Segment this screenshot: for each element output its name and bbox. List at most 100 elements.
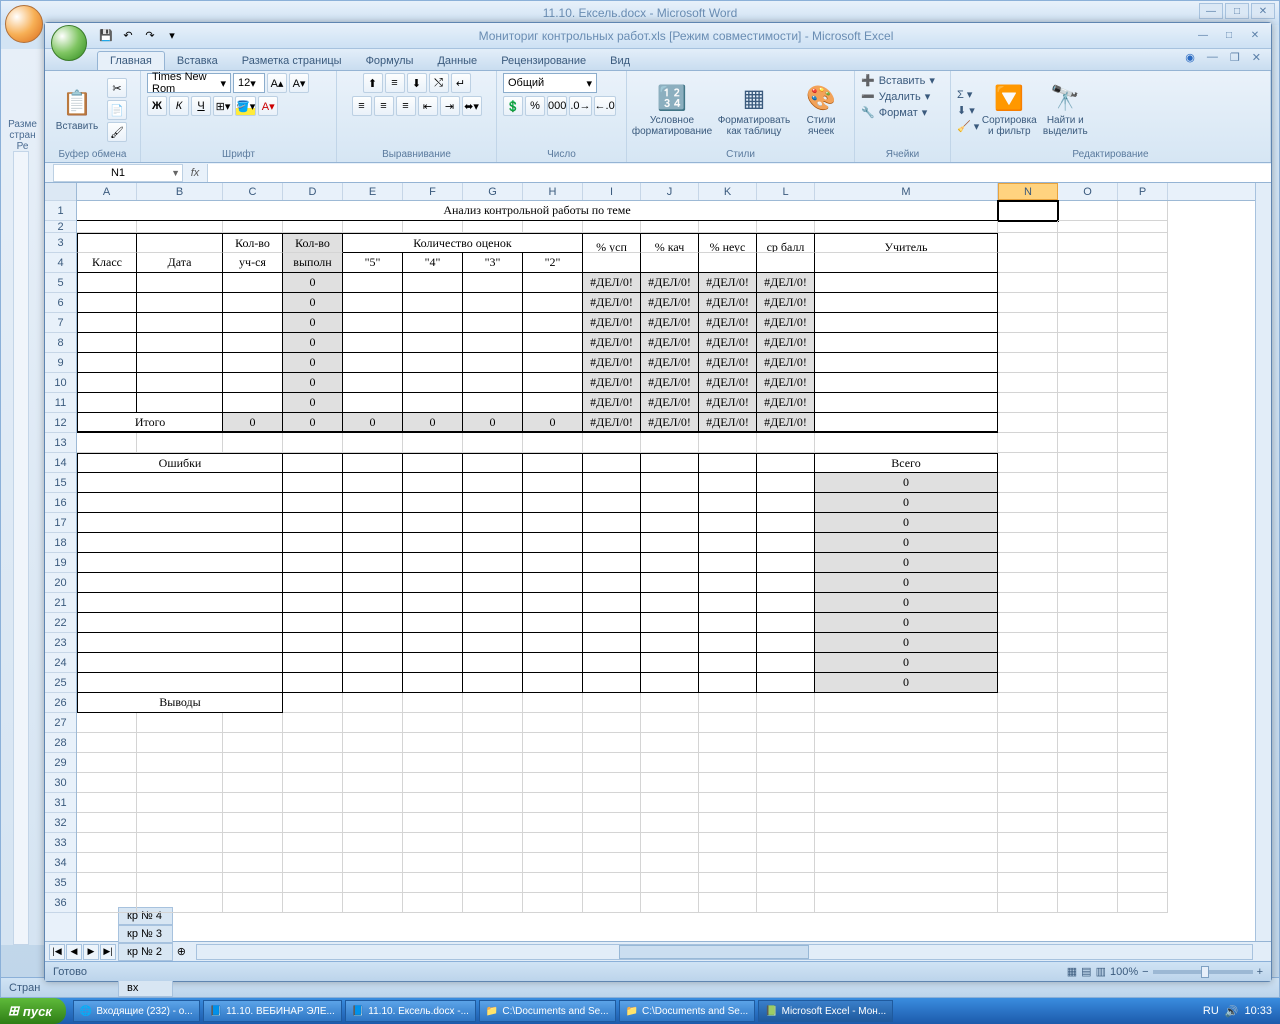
system-tray[interactable]: RU 🔊 10:33 (1195, 1005, 1280, 1018)
font-name-combo[interactable]: Times New Rom ▾ (147, 73, 231, 93)
save-icon[interactable]: 💾 (97, 27, 115, 45)
taskbar-item[interactable]: 📘 11.10. Ексель.docx -... (345, 1000, 476, 1022)
help-icon[interactable]: ◉ (1181, 51, 1199, 64)
row-header[interactable]: 36 (45, 893, 76, 913)
row-header[interactable]: 22 (45, 613, 76, 633)
start-button[interactable]: ⊞ пуск (0, 998, 66, 1024)
name-box[interactable]: N1▼ (53, 164, 183, 182)
row-header[interactable]: 35 (45, 873, 76, 893)
sort-filter-button[interactable]: 🔽Сортировка и фильтр (983, 81, 1035, 139)
align-middle-icon[interactable]: ≡ (385, 73, 405, 93)
row-header[interactable]: 1 (45, 201, 76, 221)
percent-icon[interactable]: % (525, 96, 545, 116)
paste-button[interactable]: 📋Вставить (51, 87, 103, 134)
row-header[interactable]: 18 (45, 533, 76, 553)
sheet-tab[interactable]: кр № 2 (118, 943, 173, 961)
row-header[interactable]: 15 (45, 473, 76, 493)
word-min-icon[interactable]: — (1199, 3, 1223, 19)
insert-cells-button[interactable]: ➕ Вставить ▾ (861, 73, 935, 88)
align-top-icon[interactable]: ⬆ (363, 73, 383, 93)
row-header[interactable]: 16 (45, 493, 76, 513)
bold-icon[interactable]: Ж (147, 96, 167, 116)
col-header-M[interactable]: M (815, 183, 998, 200)
row-header[interactable]: 29 (45, 753, 76, 773)
row-header[interactable]: 7 (45, 313, 76, 333)
mdi-close-icon[interactable]: ✕ (1248, 51, 1265, 64)
excel-office-button[interactable] (51, 25, 87, 61)
wrap-text-icon[interactable]: ↵ (451, 73, 471, 93)
orientation-icon[interactable]: ⤭ (429, 73, 449, 93)
zoom-slider[interactable] (1153, 970, 1253, 974)
col-header-A[interactable]: A (77, 183, 137, 200)
col-header-J[interactable]: J (641, 183, 699, 200)
new-sheet-icon[interactable]: ⊕ (177, 945, 186, 958)
tab-review[interactable]: Рецензирование (489, 52, 598, 70)
row-header[interactable]: 3 (45, 233, 76, 253)
fill-color-icon[interactable]: 🪣▾ (235, 96, 256, 116)
sheet-first-icon[interactable]: |◀ (49, 944, 65, 960)
col-header-F[interactable]: F (403, 183, 463, 200)
row-header[interactable]: 32 (45, 813, 76, 833)
sheet-prev-icon[interactable]: ◀ (66, 944, 82, 960)
italic-icon[interactable]: К (169, 96, 189, 116)
zoom-in-icon[interactable]: + (1257, 966, 1263, 978)
cell-styles-button[interactable]: 🎨Стили ячеек (797, 81, 845, 139)
taskbar-item[interactable]: 🌐 Входящие (232) - o... (73, 1000, 200, 1022)
undo-icon[interactable]: ↶ (119, 27, 137, 45)
row-header[interactable]: 27 (45, 713, 76, 733)
row-header[interactable]: 4 (45, 253, 76, 273)
col-header-B[interactable]: B (137, 183, 223, 200)
word-max-icon[interactable]: □ (1225, 3, 1249, 19)
col-header-L[interactable]: L (757, 183, 815, 200)
row-header[interactable]: 11 (45, 393, 76, 413)
col-header-N[interactable]: N (998, 183, 1058, 200)
row-header[interactable]: 5 (45, 273, 76, 293)
row-header[interactable]: 13 (45, 433, 76, 453)
view-normal-icon[interactable]: ▦ (1067, 965, 1077, 978)
tab-view[interactable]: Вид (598, 52, 642, 70)
formula-input[interactable] (207, 164, 1271, 182)
row-header[interactable]: 28 (45, 733, 76, 753)
number-format-combo[interactable]: Общий▾ (503, 73, 597, 93)
fill-icon[interactable]: ⬇ ▾ (957, 103, 979, 118)
tab-formulas[interactable]: Формулы (354, 52, 426, 70)
col-header-C[interactable]: C (223, 183, 283, 200)
word-close-icon[interactable]: ✕ (1251, 3, 1275, 19)
row-header[interactable]: 34 (45, 853, 76, 873)
row-header[interactable]: 8 (45, 333, 76, 353)
row-header[interactable]: 33 (45, 833, 76, 853)
col-header-E[interactable]: E (343, 183, 403, 200)
row-header[interactable]: 24 (45, 653, 76, 673)
cut-icon[interactable]: ✂ (107, 78, 127, 98)
delete-cells-button[interactable]: ➖ Удалить ▾ (861, 89, 930, 104)
row-header[interactable]: 12 (45, 413, 76, 433)
format-painter-icon[interactable]: 🖌 (107, 122, 127, 142)
vertical-scrollbar[interactable] (1255, 183, 1271, 941)
row-header[interactable]: 31 (45, 793, 76, 813)
taskbar-item[interactable]: 📁 C:\Documents and Se... (479, 1000, 616, 1022)
excel-close-icon[interactable]: ✕ (1243, 28, 1267, 44)
col-header-P[interactable]: P (1118, 183, 1168, 200)
copy-icon[interactable]: 📄 (107, 100, 127, 120)
select-all-corner[interactable] (45, 183, 76, 201)
sheet-next-icon[interactable]: ▶ (83, 944, 99, 960)
indent-inc-icon[interactable]: ⇥ (440, 96, 460, 116)
tab-layout[interactable]: Разметка страницы (230, 52, 354, 70)
fx-icon[interactable]: fx (183, 167, 207, 179)
clock[interactable]: 10:33 (1244, 1005, 1272, 1017)
taskbar-item[interactable]: 📗 Microsoft Excel - Мон... (758, 1000, 893, 1022)
row-header[interactable]: 6 (45, 293, 76, 313)
col-header-H[interactable]: H (523, 183, 583, 200)
row-header[interactable]: 23 (45, 633, 76, 653)
excel-max-icon[interactable]: □ (1217, 28, 1241, 44)
underline-icon[interactable]: Ч (191, 96, 211, 116)
row-header[interactable]: 10 (45, 373, 76, 393)
col-header-I[interactable]: I (583, 183, 641, 200)
format-table-button[interactable]: ▦Форматировать как таблицу (715, 81, 793, 139)
row-header[interactable]: 9 (45, 353, 76, 373)
lang-indicator[interactable]: RU (1203, 1005, 1219, 1017)
row-header[interactable]: 21 (45, 593, 76, 613)
taskbar-item[interactable]: 📁 C:\Documents and Se... (619, 1000, 756, 1022)
row-header[interactable]: 17 (45, 513, 76, 533)
conditional-format-button[interactable]: 🔢Условное форматирование (633, 81, 711, 139)
